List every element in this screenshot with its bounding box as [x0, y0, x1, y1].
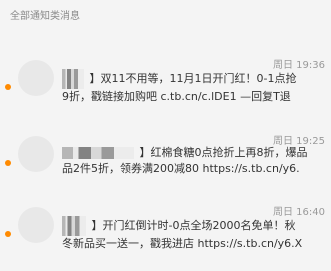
message-line-1: 】开门红倒计时-0点全场2000名免单！秋	[91, 219, 296, 232]
redacted-sender-icon	[62, 69, 84, 89]
all-notifications-title: 全部通知类消息	[10, 11, 80, 22]
message-line-1: 】红棉食糖0点抢折上再8折，爆品	[139, 146, 308, 159]
unread-dot-icon	[5, 160, 11, 166]
notification-page: 全部通知类消息 周日 19:36 】双11不用等，11月1日开门红！0-1点抢 …	[0, 0, 331, 271]
notification-item[interactable]: 周日 16:40 】开门红倒计时-0点全场2000名免单！秋 冬新品买一送一，戳…	[0, 205, 331, 271]
avatar	[18, 136, 54, 172]
message-line-1: 】双11不用等，11月1日开门红！0-1点抢	[89, 72, 297, 85]
message-text: 】开门红倒计时-0点全场2000名免单！秋 冬新品买一送一，戳我进店 https…	[62, 216, 326, 252]
all-notifications-header: 全部通知类消息	[0, 0, 331, 34]
notification-item[interactable]: 周日 19:36 】双11不用等，11月1日开门红！0-1点抢 9折，戳链接加购…	[0, 58, 331, 124]
message-line-2: 品2件5折，领券满200减80 https://s.tb.cn/y6.	[62, 162, 300, 175]
message-line-2: 冬新品买一送一，戳我进店 https://s.tb.cn/y6.X	[62, 237, 303, 250]
avatar	[18, 60, 54, 96]
redacted-sender-icon	[62, 216, 86, 236]
notification-item[interactable]: 周日 19:25 】红棉食糖0点抢折上再8折，爆品 品2件5折，领券满200减8…	[0, 134, 331, 200]
unread-dot-icon	[5, 231, 11, 237]
redacted-sender-icon	[62, 147, 134, 159]
message-line-2: 9折，戳链接加购吧 c.tb.cn/c.lDE1 —回复T退	[62, 90, 291, 103]
avatar	[18, 207, 54, 243]
unread-dot-icon	[5, 84, 11, 90]
message-text: 】红棉食糖0点抢折上再8折，爆品 品2件5折，领券满200减80 https:/…	[62, 145, 326, 177]
message-text: 】双11不用等，11月1日开门红！0-1点抢 9折，戳链接加购吧 c.tb.cn…	[62, 69, 326, 105]
